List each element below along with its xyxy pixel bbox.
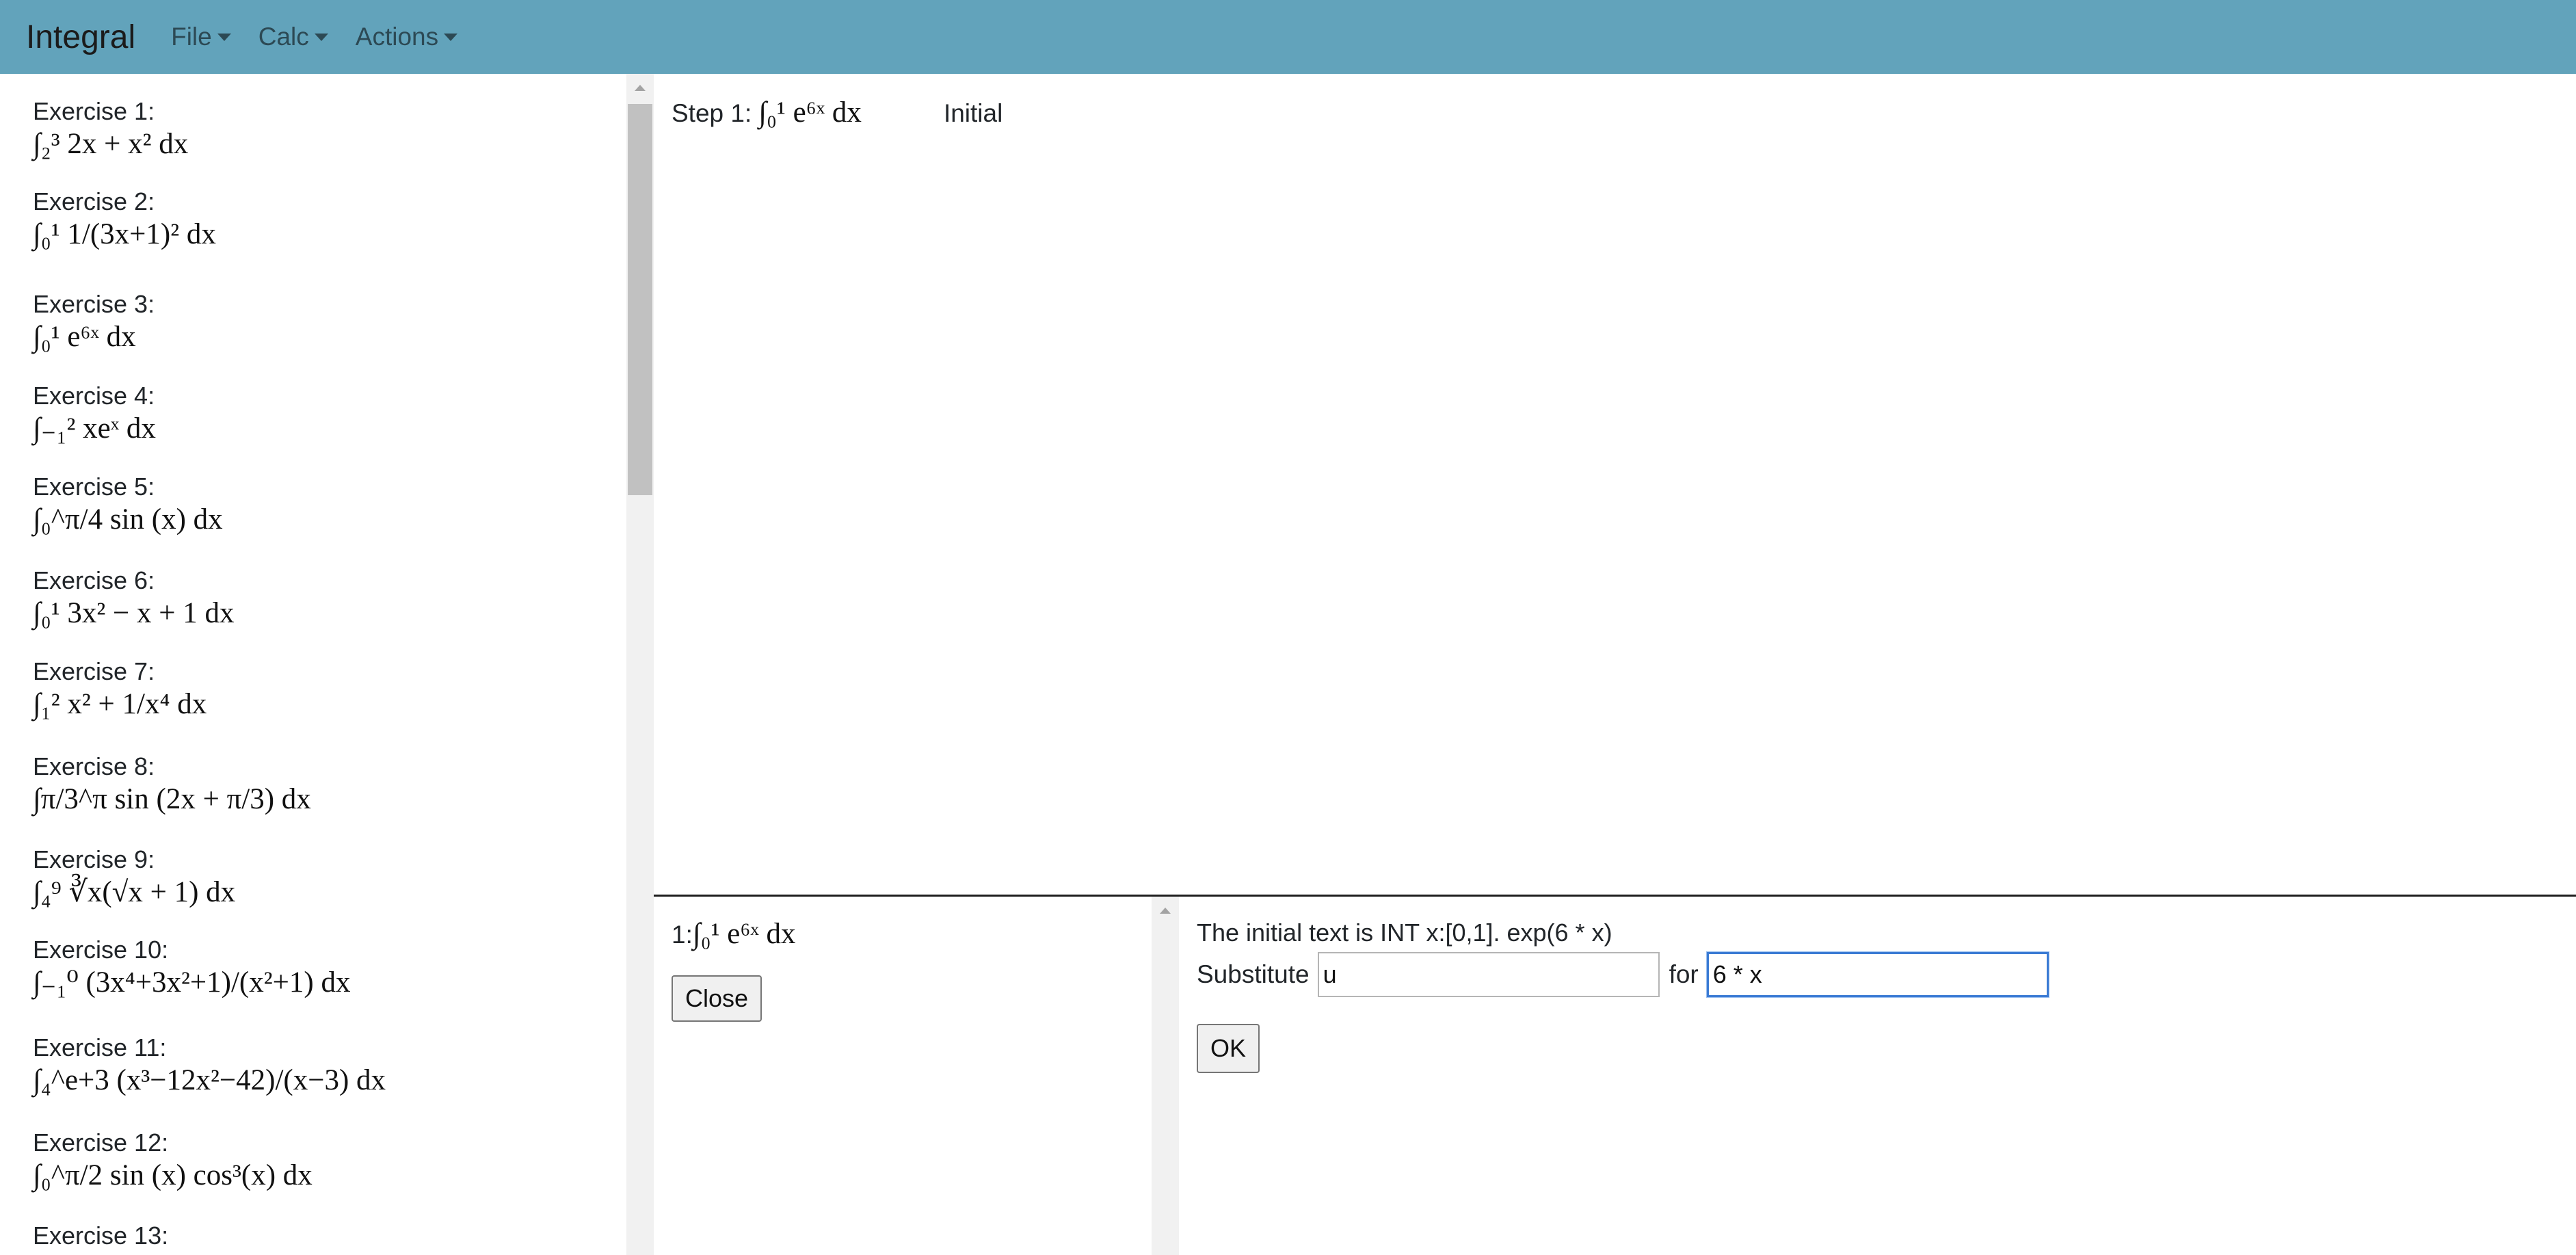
chevron-down-icon [217,33,231,41]
exercise-label: Exercise 4: [33,382,155,410]
selected-prefix: 1: [672,921,693,949]
exercise-expression: ∫₀^π/2 sin (x) cos³(x) dx [33,1159,313,1191]
exercise-item[interactable]: Exercise 12: ∫₀^π/2 sin (x) cos³(x) dx [33,1128,313,1193]
menu-file[interactable]: File [171,23,231,51]
exercise-item[interactable]: Exercise 6: ∫₀¹ 3x² − x + 1 dx [33,566,235,631]
scrollbar-thumb[interactable] [628,104,652,495]
step-expression: ∫₀¹ e⁶ˣ dx [758,96,862,129]
exercise-label: Exercise 13: [33,1221,169,1250]
selected-expression: 1:∫₀¹ e⁶ˣ dx [672,917,796,951]
exercise-item[interactable]: Exercise 7: ∫₁² x² + 1/x⁴ dx [33,657,207,722]
exercise-item[interactable]: Exercise 8: ∫π/3^π sin (2x + π/3) dx [33,752,311,817]
exercise-expression: ∫π/3^π sin (2x + π/3) dx [33,783,311,815]
exercise-item[interactable]: Exercise 13: [33,1221,168,1252]
substitute-input[interactable] [1317,952,1660,997]
scroll-up-icon[interactable] [1160,908,1171,914]
exercise-expression: ∫₂³ 2x + x² dx [33,128,189,160]
menu-calc[interactable]: Calc [258,23,328,51]
menu-file-label: File [171,23,212,51]
for-input[interactable] [1705,951,2049,998]
exercise-expression: ∫₋₁⁰ (3x⁴+3x²+1)/(x²+1) dx [33,966,351,999]
panel-scrollbar[interactable] [1152,897,1179,1255]
exercise-item[interactable]: Exercise 9: ∫₄⁹ ∛x(√x + 1) dx [33,845,235,910]
exercise-expression: ∫₀^π/4 sin (x) dx [33,503,223,536]
exercise-expression: ∫₀¹ e⁶ˣ dx [33,321,136,353]
exercise-list-scrollbar[interactable] [626,74,654,1255]
menu-actions[interactable]: Actions [355,23,458,51]
exercise-item[interactable]: Exercise 11: ∫₄^e+3 (x³−12x²−42)/(x−3) d… [33,1033,386,1098]
exercise-expression: ∫₁² x² + 1/x⁴ dx [33,688,207,720]
exercise-expression: ∫₄⁹ ∛x(√x + 1) dx [33,876,236,908]
steps-panel: Step 1: ∫₀¹ e⁶ˣ dx Initial [654,74,2576,895]
menu-calc-label: Calc [258,23,309,51]
ok-button[interactable]: OK [1197,1024,1260,1073]
step-reason: Initial [943,99,1003,127]
exercise-label: Exercise 12: [33,1128,169,1157]
exercise-expression: ∫₀¹ 3x² − x + 1 dx [33,597,235,629]
chevron-down-icon [314,33,328,41]
for-label: for [1669,960,1699,988]
exercise-item[interactable]: Exercise 3: ∫₀¹ e⁶ˣ dx [33,290,155,354]
exercise-expression: ∫₄^e+3 (x³−12x²−42)/(x−3) dx [33,1064,386,1096]
exercise-label: Exercise 7: [33,657,155,685]
exercise-expression: ∫₋₁² xeˣ dx [33,412,156,445]
exercise-item[interactable]: Exercise 10: ∫₋₁⁰ (3x⁴+3x²+1)/(x²+1) dx [33,936,350,1000]
exercise-item[interactable]: Exercise 2: ∫₀¹ 1/(3x+1)² dx [33,187,216,252]
exercise-label: Exercise 10: [33,936,169,964]
close-button[interactable]: Close [672,975,762,1022]
exercise-label: Exercise 1: [33,97,155,125]
initial-text-info: The initial text is INT x:[0,1]. exp(6 *… [1197,919,1612,947]
app-brand[interactable]: Integral [26,18,135,56]
scroll-up-icon[interactable] [635,85,646,91]
exercise-item[interactable]: Exercise 1: ∫₂³ 2x + x² dx [33,97,188,161]
exercise-expression: ∫₀¹ 1/(3x+1)² dx [33,218,216,250]
exercise-label: Exercise 11: [33,1033,167,1061]
exercise-item[interactable]: Exercise 4: ∫₋₁² xeˣ dx [33,382,156,446]
substitution-row: Substitute for [1197,950,2049,999]
exercise-list: Exercise 1: ∫₂³ 2x + x² dx Exercise 2: ∫… [0,74,626,1255]
exercise-label: Exercise 8: [33,752,155,780]
navbar: Integral File Calc Actions [0,0,2576,74]
exercise-label: Exercise 9: [33,845,155,873]
step-label: Step 1: [672,99,752,127]
step-row[interactable]: Step 1: ∫₀¹ e⁶ˣ dx Initial [672,96,1002,129]
selected-math: ∫₀¹ e⁶ˣ dx [692,918,796,950]
selected-expression-panel: 1:∫₀¹ e⁶ˣ dx Close [654,897,1152,1255]
substitution-panel: The initial text is INT x:[0,1]. exp(6 *… [1179,897,2576,1255]
exercise-label: Exercise 3: [33,290,155,318]
exercise-label: Exercise 5: [33,473,155,501]
chevron-down-icon [444,33,458,41]
exercise-label: Exercise 2: [33,187,155,215]
exercise-item[interactable]: Exercise 5: ∫₀^π/4 sin (x) dx [33,473,223,537]
exercise-label: Exercise 6: [33,566,155,594]
menu-actions-label: Actions [355,23,439,51]
substitute-label: Substitute [1197,960,1310,988]
